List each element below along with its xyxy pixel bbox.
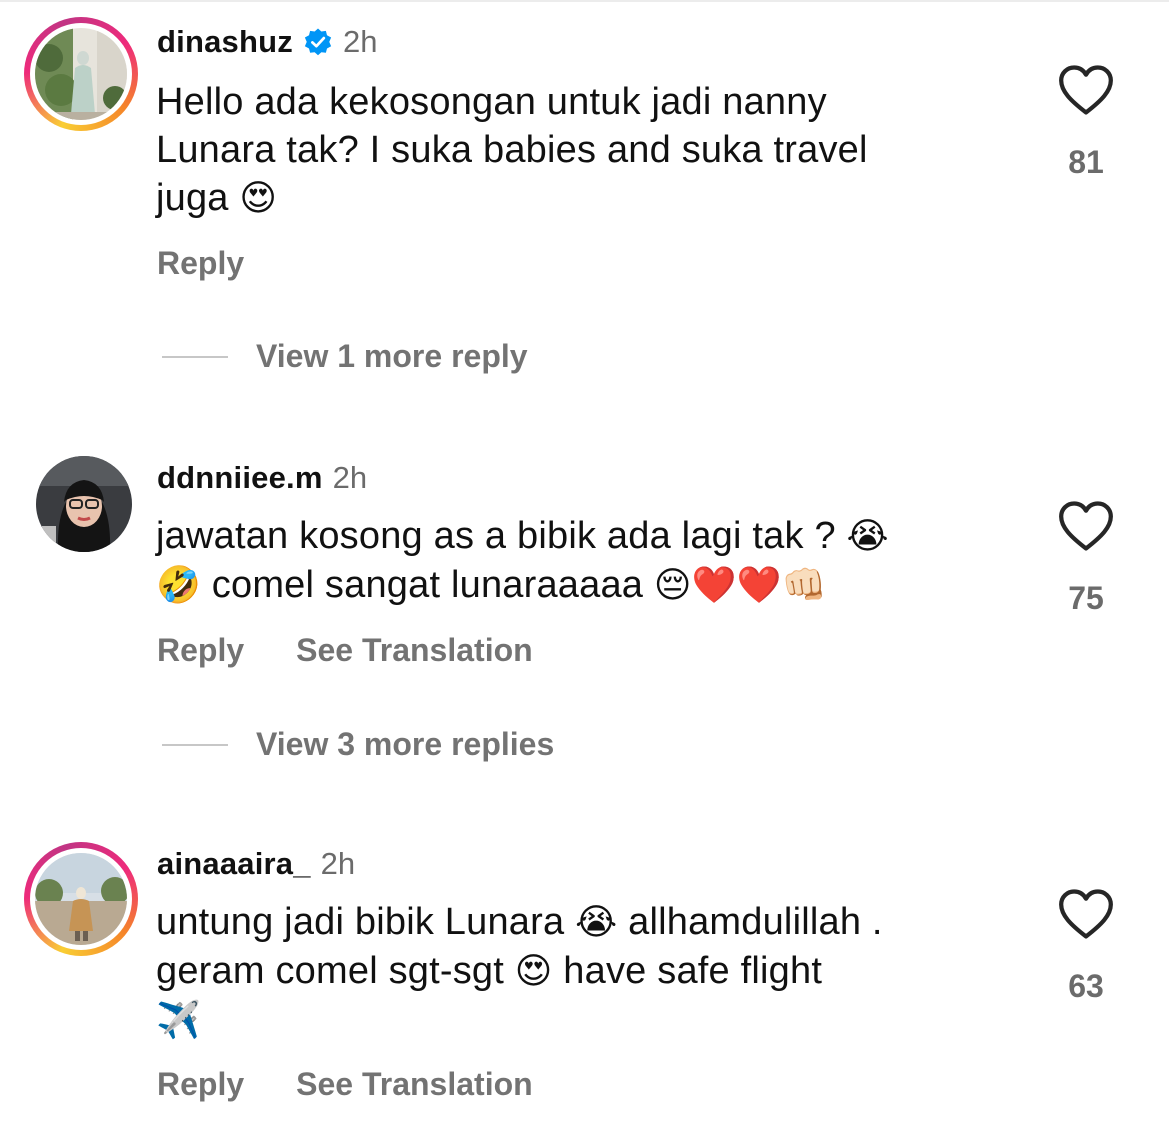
view-replies-label: View 3 more replies — [256, 726, 555, 762]
view-replies-button[interactable]: View 3 more replies — [162, 726, 554, 763]
comment-line: juga — [156, 177, 229, 219]
comment-line: Lunara tak? I suka babies and suka trave… — [156, 129, 868, 171]
reply-button[interactable]: Reply — [157, 1066, 244, 1103]
heart-icon[interactable] — [1057, 888, 1115, 940]
comment-time: 2h — [320, 846, 356, 881]
username[interactable]: dinashuz — [157, 24, 293, 60]
comment-text: Hello ada kekosongan untuk jadi nanny Lu… — [156, 78, 1016, 223]
comment-line: untung jadi bibik Lunara — [156, 901, 565, 943]
reply-button[interactable]: Reply — [157, 245, 244, 282]
comment-text: jawatan kosong as a bibik ada lagi tak ?… — [156, 512, 1016, 610]
like-count: 75 — [1068, 580, 1104, 616]
like-area: 81 — [1056, 64, 1116, 181]
view-replies-label: View 1 more reply — [256, 338, 528, 374]
comment-line: have safe flight — [563, 950, 823, 992]
avatar-photo — [35, 853, 127, 945]
reply-button[interactable]: Reply — [157, 632, 244, 669]
see-translation-button[interactable]: See Translation — [296, 632, 533, 669]
comment-item: ddnniiee.m 2h jawatan kosong as a bibik … — [0, 420, 1169, 820]
avatar[interactable] — [24, 842, 138, 956]
avatar-photo — [36, 456, 132, 552]
comment-time: 2h — [342, 24, 378, 59]
replies-divider — [162, 743, 228, 746]
replies-divider — [162, 355, 228, 358]
heart-eyes-emoji: 😍 — [514, 951, 553, 992]
avatar-photo — [35, 28, 127, 120]
like-area: 63 — [1056, 888, 1116, 1005]
comment-item: dinashuz 2h Hello ada kekosongan untuk j… — [0, 0, 1169, 420]
heart-icon[interactable] — [1057, 64, 1115, 116]
comment-line: comel sangat lunaraaaaa — [211, 564, 644, 606]
avatar[interactable] — [24, 456, 138, 570]
heart-eyes-emoji: 😍 — [239, 178, 278, 219]
crying-emoji: 😭 — [846, 516, 889, 557]
emoji-group: 😔❤️❤️👊🏻 — [653, 565, 827, 606]
like-area: 75 — [1056, 500, 1116, 617]
heart-icon[interactable] — [1057, 500, 1115, 552]
rofl-emoji: 🤣 — [156, 565, 202, 606]
airplane-emoji: ✈️ — [156, 1000, 202, 1041]
comment-text: untung jadi bibik Lunara 😭 allhamdulilla… — [156, 898, 1016, 1045]
like-count: 63 — [1068, 968, 1104, 1004]
username[interactable]: ddnniiee.m — [157, 460, 323, 496]
comment-line: geram comel sgt-sgt — [156, 950, 505, 992]
comment-line: allhamdulillah . — [628, 901, 883, 943]
comment-line: jawatan kosong as a bibik ada lagi tak ? — [156, 515, 836, 557]
avatar[interactable] — [24, 17, 138, 131]
crying-emoji: 😭 — [575, 902, 618, 943]
like-count: 81 — [1068, 144, 1104, 180]
view-replies-button[interactable]: View 1 more reply — [162, 338, 528, 375]
comment-time: 2h — [332, 460, 368, 495]
verified-badge-icon — [304, 28, 332, 56]
username[interactable]: ainaaaira_ — [157, 846, 311, 882]
see-translation-button[interactable]: See Translation — [296, 1066, 533, 1103]
comment-item: ainaaaira_ 2h untung jadi bibik Lunara 😭… — [0, 820, 1169, 1138]
comment-line: Hello ada kekosongan untuk jadi nanny — [156, 81, 827, 123]
